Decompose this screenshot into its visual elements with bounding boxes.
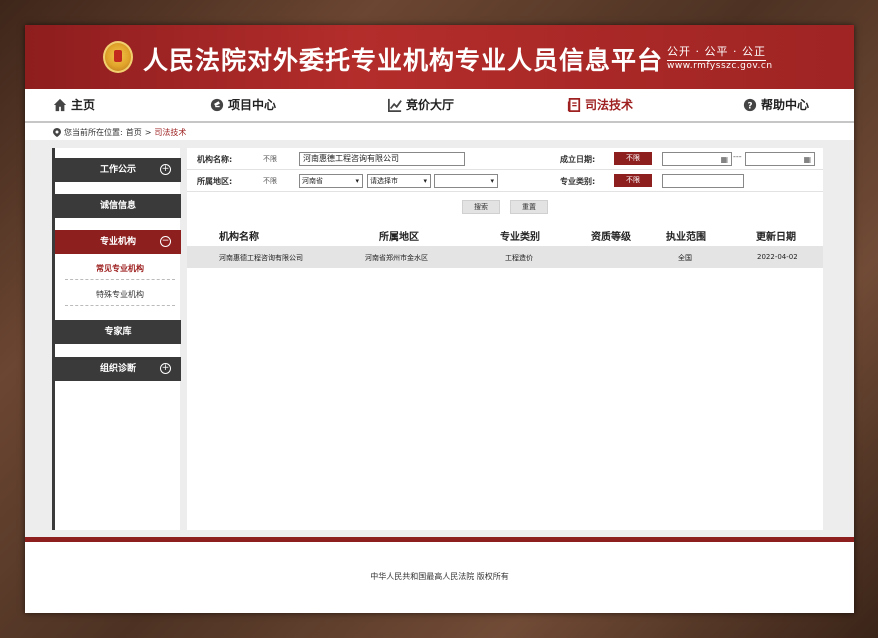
sidebar-item-integrity-info[interactable]: 诚信信息 — [55, 194, 181, 218]
category-nolimit-tag[interactable]: 不限 — [614, 174, 652, 187]
region-nolimit[interactable]: 不限 — [263, 176, 277, 186]
nav-help-center[interactable]: ? 帮助中心 — [743, 89, 809, 121]
reset-button[interactable]: 重置 — [510, 200, 548, 214]
region-label: 所属地区: — [197, 177, 233, 186]
chevron-down-icon: ▾ — [355, 177, 359, 185]
nav-home[interactable]: 主页 — [53, 89, 95, 121]
table-header: 机构名称 所属地区 专业类别 资质等级 执业范围 更新日期 — [187, 223, 823, 245]
column-update-date: 更新日期 — [756, 232, 796, 243]
expand-icon: + — [160, 363, 171, 374]
city-select[interactable]: 请选择市 ▾ — [367, 174, 431, 188]
calendar-icon[interactable]: ▦ — [720, 154, 728, 165]
gavel-icon — [210, 98, 224, 112]
breadcrumb-current: 司法技术 — [154, 128, 187, 137]
filter-row-name: 机构名称: 不限 河南惠德工程咨询有限公司 成立日期: 不限 ▦ --- ▦ — [187, 148, 823, 170]
column-practice-scope: 执业范围 — [666, 232, 706, 243]
org-name-nolimit[interactable]: 不限 — [263, 154, 277, 164]
founded-nolimit-tag[interactable]: 不限 — [614, 152, 652, 165]
nav-help-center-label: 帮助中心 — [761, 98, 810, 112]
location-pin-icon — [53, 128, 61, 137]
nav-divider — [25, 121, 854, 123]
sidebar-item-label: 专家库 — [104, 327, 132, 337]
calendar-icon[interactable]: ▦ — [803, 154, 811, 165]
court-emblem-icon — [103, 41, 133, 73]
sidebar-item-expert-library[interactable]: 专家库 — [55, 320, 181, 344]
sidebar: 工作公示 + 诚信信息 专业机构 − 常见专业机构 特殊专业机构 专家库 组织诊… — [52, 148, 181, 530]
founded-date-end[interactable]: ▦ — [745, 152, 815, 166]
main-panel: 机构名称: 不限 河南惠德工程咨询有限公司 成立日期: 不限 ▦ --- ▦ 所… — [187, 148, 823, 530]
sidebar-item-professional-org[interactable]: 专业机构 − — [55, 230, 181, 254]
cell-category: 工程造价 — [505, 254, 533, 262]
footer-copyright: 中华人民共和国最高人民法院 版权所有 — [370, 572, 509, 581]
category-label: 专业类别: — [560, 177, 596, 186]
site-slogan: 公开 · 公平 · 公正 — [667, 43, 766, 61]
nav-bidding-hall-label: 竞价大厅 — [406, 98, 455, 112]
cell-region: 河南省郑州市金水区 — [365, 254, 428, 262]
nav-home-label: 主页 — [71, 98, 96, 112]
date-separator: --- — [733, 152, 742, 161]
sidebar-item-label: 组织诊断 — [99, 364, 136, 374]
footer-divider — [25, 537, 854, 542]
chevron-down-icon: ▾ — [490, 177, 494, 185]
sidebar-item-label: 工作公示 — [99, 165, 136, 175]
column-qualification: 资质等级 — [591, 232, 631, 243]
province-select-value: 河南省 — [302, 177, 323, 185]
table-row[interactable]: 河南惠德工程咨询有限公司 河南省郑州市金水区 工程造价 全国 2022-04-0… — [187, 246, 823, 268]
search-button[interactable]: 搜索 — [462, 200, 500, 214]
site-banner: 人民法院对外委托专业机构专业人员信息平台 公开 · 公平 · 公正 www.rm… — [25, 25, 854, 89]
category-input[interactable] — [662, 174, 744, 188]
org-name-input[interactable]: 河南惠德工程咨询有限公司 — [299, 152, 465, 166]
breadcrumb-home[interactable]: 首页 — [126, 127, 142, 138]
sidebar-item-work-publicity[interactable]: 工作公示 + — [55, 158, 181, 182]
main-nav: 主页 项目中心 竞价大厅 司法技术 ? 帮助中心 — [25, 89, 854, 121]
content-area: 工作公示 + 诚信信息 专业机构 − 常见专业机构 特殊专业机构 专家库 组织诊… — [25, 140, 854, 538]
sidebar-item-org-diagnosis[interactable]: 组织诊断 + — [55, 357, 181, 381]
sidebar-item-label: 诚信信息 — [99, 201, 136, 211]
nav-judicial-tech-label: 司法技术 — [585, 98, 634, 112]
district-select[interactable]: ▾ — [434, 174, 498, 188]
expand-icon: + — [160, 164, 171, 175]
document-icon — [567, 98, 581, 112]
chart-icon — [388, 98, 402, 112]
breadcrumb-separator: > — [144, 128, 152, 137]
org-name-label: 机构名称: — [197, 155, 233, 164]
province-select[interactable]: 河南省 ▾ — [299, 174, 363, 188]
city-select-value: 请选择市 — [370, 177, 398, 185]
sidebar-item-label: 专业机构 — [99, 237, 136, 247]
collapse-icon: − — [160, 236, 171, 247]
filter-row-region: 所属地区: 不限 河南省 ▾ 请选择市 ▾ ▾ 专业类别: 不限 — [187, 170, 823, 192]
cell-org-name[interactable]: 河南惠德工程咨询有限公司 — [219, 253, 303, 263]
cell-update-date: 2022-04-02 — [757, 253, 798, 261]
nav-bidding-hall[interactable]: 竞价大厅 — [388, 89, 454, 121]
nav-judicial-tech[interactable]: 司法技术 — [567, 89, 633, 121]
help-icon: ? — [743, 98, 757, 112]
svg-text:?: ? — [747, 102, 752, 112]
nav-project-center[interactable]: 项目中心 — [210, 89, 276, 121]
chevron-down-icon: ▾ — [423, 177, 427, 185]
breadcrumb-prefix: 您当前所在位置: — [64, 128, 123, 137]
breadcrumb: 您当前所在位置: 首页 > 司法技术 — [53, 127, 186, 138]
sidebar-sub-common-org[interactable]: 常见专业机构 — [65, 258, 175, 280]
nav-project-center-label: 项目中心 — [228, 98, 277, 112]
column-org-name: 机构名称 — [219, 232, 259, 243]
founded-date-label: 成立日期: — [560, 155, 596, 164]
home-icon — [53, 98, 67, 112]
cell-practice-scope: 全国 — [678, 254, 692, 262]
site-domain: www.rmfysszc.gov.cn — [667, 61, 773, 71]
browser-page: 人民法院对外委托专业机构专业人员信息平台 公开 · 公平 · 公正 www.rm… — [25, 25, 854, 613]
site-title: 人民法院对外委托专业机构专业人员信息平台 — [143, 46, 664, 75]
column-region: 所属地区 — [379, 232, 419, 243]
column-category: 专业类别 — [500, 232, 540, 243]
founded-date-start[interactable]: ▦ — [662, 152, 732, 166]
sidebar-sub-special-org[interactable]: 特殊专业机构 — [65, 284, 175, 306]
